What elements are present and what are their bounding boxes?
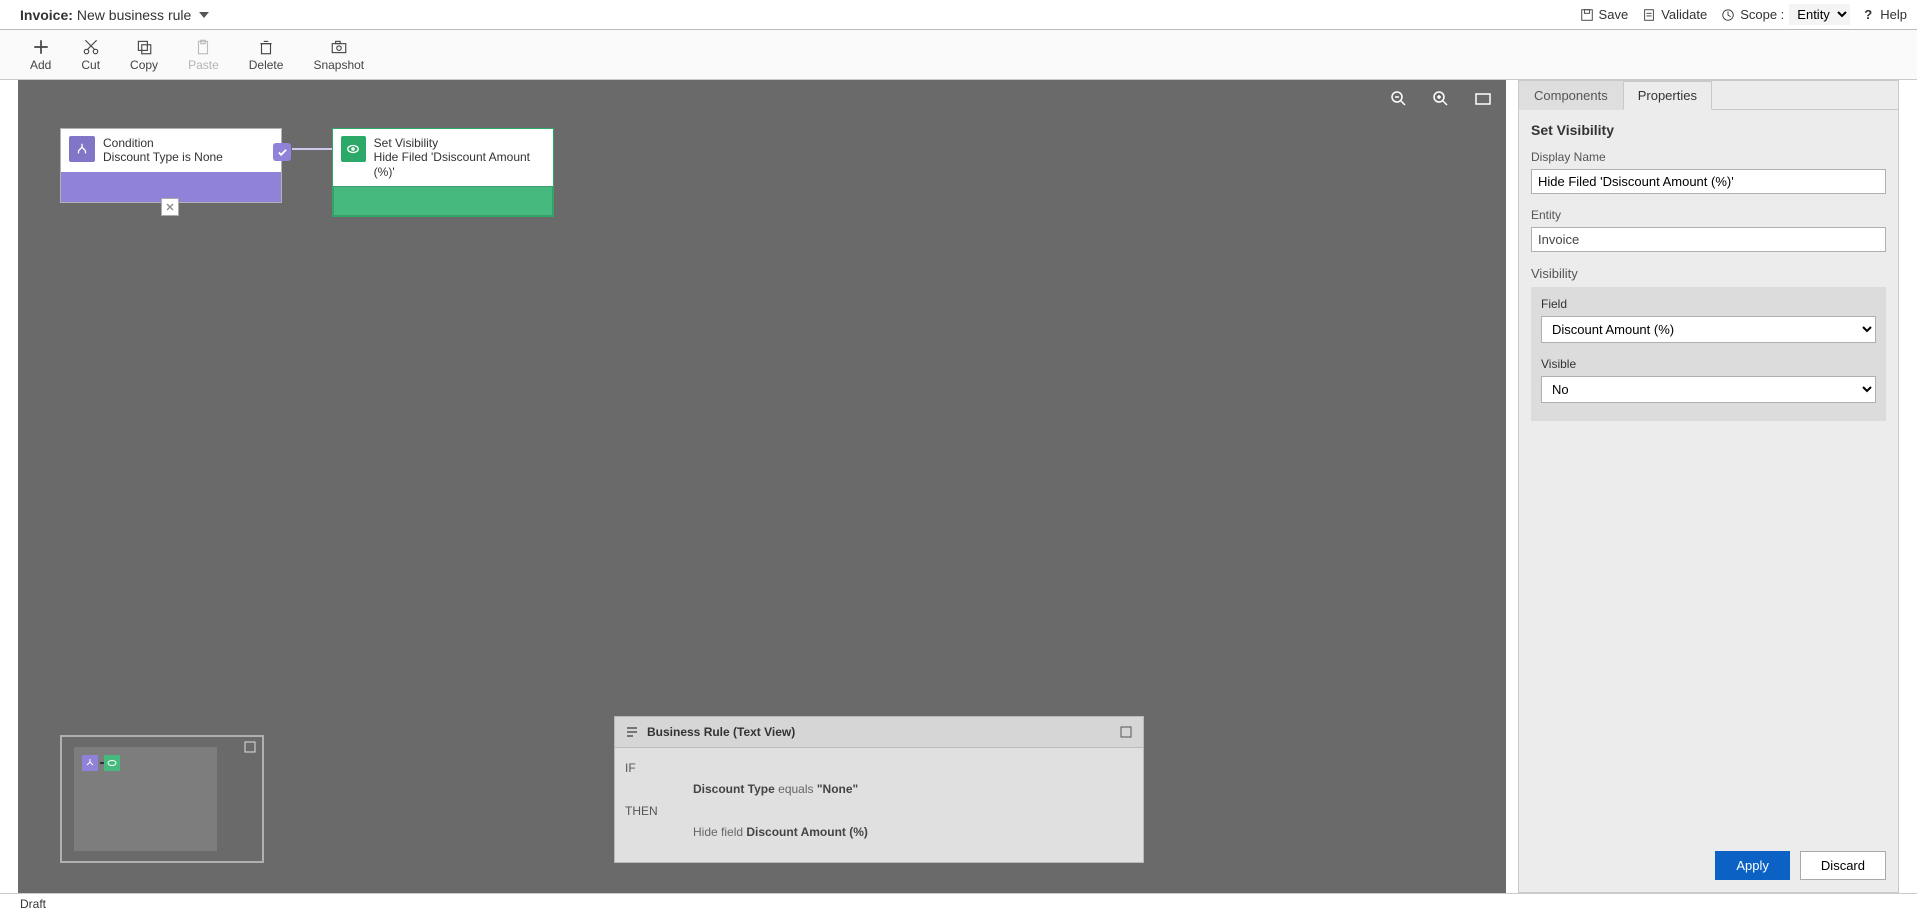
branch-icon bbox=[69, 136, 95, 162]
title-area[interactable]: Invoice: New business rule bbox=[20, 7, 209, 23]
validate-button[interactable]: Validate bbox=[1642, 7, 1707, 22]
copy-button[interactable]: Copy bbox=[130, 38, 158, 72]
plus-icon bbox=[32, 38, 50, 56]
status-bar: Draft bbox=[0, 893, 1917, 915]
text-view-icon bbox=[625, 725, 639, 739]
header-actions: Save Validate Scope : Entity Help bbox=[1580, 4, 1907, 25]
snapshot-button[interactable]: Snapshot bbox=[313, 38, 364, 72]
zoom-in-icon[interactable] bbox=[1432, 90, 1450, 108]
page-header: Invoice: New business rule Save Validate… bbox=[0, 0, 1917, 30]
entity-input bbox=[1531, 227, 1886, 252]
delete-button[interactable]: Delete bbox=[249, 38, 284, 72]
save-button[interactable]: Save bbox=[1580, 7, 1629, 22]
cut-button[interactable]: Cut bbox=[81, 38, 100, 72]
eye-icon bbox=[341, 136, 366, 162]
connector-line bbox=[292, 148, 332, 150]
tab-components[interactable]: Components bbox=[1519, 81, 1623, 110]
status-text: Draft bbox=[20, 897, 46, 911]
save-icon bbox=[1580, 8, 1594, 22]
field-select[interactable]: Discount Amount (%) bbox=[1541, 316, 1876, 343]
scissors-icon bbox=[82, 38, 100, 56]
properties-panel: Components Properties Set Visibility Dis… bbox=[1518, 80, 1899, 893]
copy-icon bbox=[135, 38, 153, 56]
condition-node[interactable]: Condition Discount Type is None bbox=[60, 128, 282, 203]
display-name-label: Display Name bbox=[1531, 150, 1886, 164]
fit-screen-icon[interactable] bbox=[1474, 90, 1492, 108]
minimap-action-icon bbox=[104, 755, 120, 771]
apply-button[interactable]: Apply bbox=[1715, 851, 1790, 880]
false-connector-icon[interactable] bbox=[161, 198, 179, 216]
scope-select[interactable]: Entity bbox=[1789, 4, 1850, 25]
popout-icon[interactable] bbox=[1119, 725, 1133, 739]
visibility-group: Field Discount Amount (%) Visible No bbox=[1531, 287, 1886, 421]
entity-label: Invoice: bbox=[20, 7, 73, 23]
panel-title: Set Visibility bbox=[1531, 122, 1886, 138]
zoom-out-icon[interactable] bbox=[1390, 90, 1408, 108]
minimap[interactable] bbox=[60, 735, 264, 863]
visible-select[interactable]: No bbox=[1541, 376, 1876, 403]
paste-icon bbox=[194, 38, 212, 56]
designer-canvas[interactable]: Condition Discount Type is None bbox=[18, 80, 1506, 893]
minimap-expand-icon[interactable] bbox=[244, 741, 256, 756]
visible-label: Visible bbox=[1541, 357, 1876, 371]
display-name-input[interactable] bbox=[1531, 169, 1886, 194]
rule-name: New business rule bbox=[77, 7, 191, 23]
tab-properties[interactable]: Properties bbox=[1623, 81, 1712, 110]
help-button[interactable]: Help bbox=[1864, 7, 1907, 22]
validate-icon bbox=[1642, 8, 1656, 22]
scope-icon bbox=[1721, 8, 1735, 22]
true-connector-icon[interactable] bbox=[273, 143, 291, 161]
camera-icon bbox=[330, 38, 348, 56]
minimap-condition-icon bbox=[82, 755, 98, 771]
scope-control[interactable]: Scope : Entity bbox=[1721, 4, 1850, 25]
paste-button[interactable]: Paste bbox=[188, 38, 219, 72]
visibility-group-label: Visibility bbox=[1531, 266, 1886, 281]
toolbar: Add Cut Copy Paste Delete Snapshot bbox=[0, 30, 1917, 80]
field-label: Field bbox=[1541, 297, 1876, 311]
set-visibility-node[interactable]: Set Visibility Hide Filed 'Dsiscount Amo… bbox=[332, 128, 554, 217]
add-button[interactable]: Add bbox=[30, 38, 51, 72]
discard-button[interactable]: Discard bbox=[1800, 851, 1886, 880]
chevron-down-icon[interactable] bbox=[199, 12, 209, 18]
text-view-panel: Business Rule (Text View) IF Discount Ty… bbox=[614, 716, 1144, 863]
trash-icon bbox=[257, 38, 275, 56]
entity-label: Entity bbox=[1531, 208, 1886, 222]
zoom-controls bbox=[1390, 90, 1492, 108]
